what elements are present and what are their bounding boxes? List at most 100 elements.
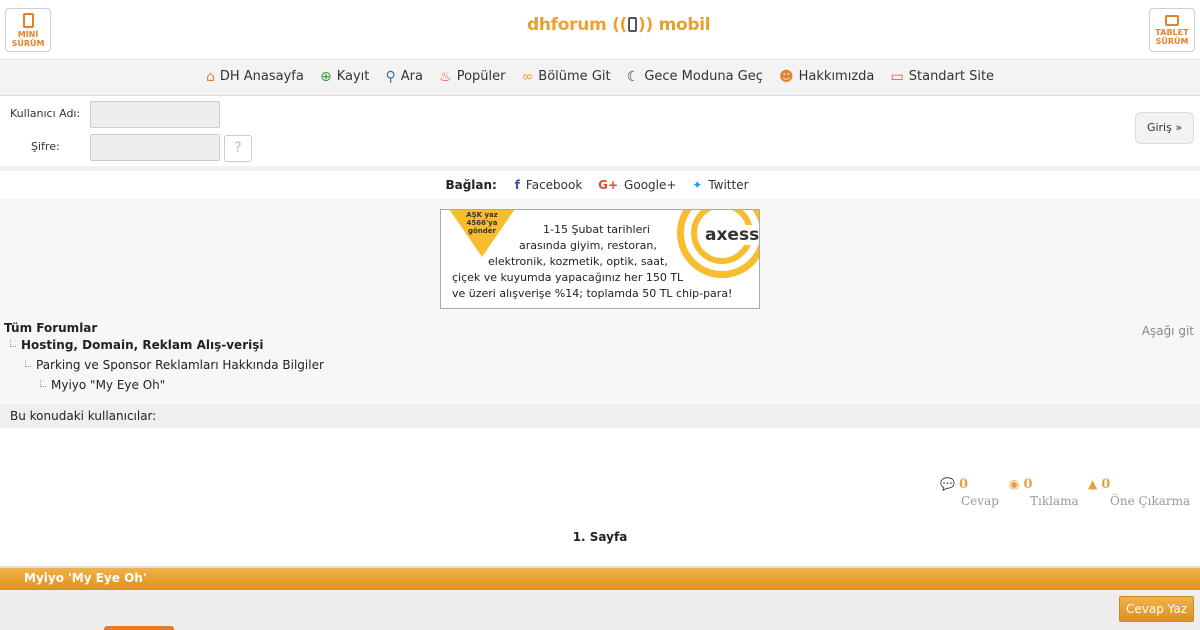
google-link[interactable]: G+ Google+ <box>598 171 676 199</box>
topic-title-bar: Myiyo 'My Eye Oh' <box>0 568 1200 590</box>
users-icon: ☻ <box>779 69 794 85</box>
phone-icon <box>22 13 34 28</box>
banner-line-3: elektronik, kozmetik, optik, saat, <box>488 255 668 268</box>
nav-label: Ara <box>400 69 423 84</box>
twitter-label: Twitter <box>708 178 749 192</box>
badge-line-1: AŞK yaz <box>466 211 498 219</box>
mini-label-1: MİNİ <box>17 30 39 39</box>
username-label: Kullanıcı Adı: <box>10 107 81 120</box>
stat-replies: 💬 0 Cevap <box>940 477 999 508</box>
breadcrumb-root[interactable]: Tüm Forumlar <box>4 321 97 335</box>
tablet-label-2: SÜRÜM <box>1155 37 1189 46</box>
topic-actions: Cevap Yaz <box>0 590 1200 630</box>
google-label: Google+ <box>624 178 677 192</box>
facebook-icon: f <box>514 178 520 192</box>
badge-line-2: 4566'ya <box>466 219 498 227</box>
reply-button[interactable]: Cevap Yaz <box>1119 596 1194 622</box>
jump-down-link[interactable]: Aşağı git <box>1142 324 1194 338</box>
nav-label: Popüler <box>456 69 506 84</box>
breadcrumb-level2[interactable]: Parking ve Sponsor Reklamları Hakkında B… <box>25 358 324 372</box>
replies-label: Cevap <box>961 494 999 508</box>
promote-count: 0 <box>1101 477 1111 492</box>
comments-icon: 💬 <box>940 477 955 491</box>
ad-area: AŞK yaz 4566'ya gönder axess 1-15 Şubat … <box>0 199 1200 404</box>
nav-goto-section[interactable]: ∞ Bölüme Git <box>522 60 611 94</box>
tablet-icon <box>1165 15 1179 26</box>
topic-users: Bu konudaki kullanıcılar: <box>0 404 1200 428</box>
nav-label: Hakkımızda <box>798 69 875 84</box>
breadcrumb-level2-label: Parking ve Sponsor Reklamları Hakkında B… <box>36 358 324 372</box>
tablet-label-1: TABLET <box>1155 28 1189 37</box>
password-input[interactable] <box>90 134 220 161</box>
page-indicator: 1. Sayfa <box>572 530 628 544</box>
badge-line-3: gönder <box>467 227 496 235</box>
nav-label: Kayıt <box>336 69 370 84</box>
nav-popular[interactable]: ♨ Popüler <box>439 60 505 94</box>
nav-about[interactable]: ☻ Hakkımızda <box>779 60 874 94</box>
twitter-icon: ✦ <box>692 178 703 192</box>
twitter-link[interactable]: ✦ Twitter <box>692 171 748 199</box>
nav-night-mode[interactable]: ☾ Gece Moduna Geç <box>627 60 763 94</box>
header: MİNİ SÜRÜM dhforum (()) mobil TABLET SÜR… <box>0 0 1200 60</box>
tab-stub <box>104 626 174 630</box>
fire-icon: ♨ <box>439 69 452 85</box>
breadcrumb-level1-label: Hosting, Domain, Reklam Alış-verişi <box>21 338 264 352</box>
nav-label: Standart Site <box>908 69 995 84</box>
banner-line-5: ve üzeri alışverişe %14; toplamda 50 TL … <box>452 287 733 300</box>
mini-version-button[interactable]: MİNİ SÜRÜM <box>5 8 51 52</box>
tree-connector <box>25 360 31 367</box>
stat-promote: ▲ 0 Öne Çıkarma <box>1088 477 1190 508</box>
tree-connector <box>40 380 46 387</box>
password-help-button[interactable]: ? <box>224 135 252 162</box>
ad-banner[interactable]: AŞK yaz 4566'ya gönder axess 1-15 Şubat … <box>440 209 760 309</box>
nav-label: Gece Moduna Geç <box>644 69 763 84</box>
stat-clicks: ◉ 0 Tıklama <box>1009 477 1079 508</box>
facebook-link[interactable]: f Facebook <box>515 171 583 199</box>
search-icon: ⚲ <box>385 69 396 85</box>
logo-mobil: mobil <box>658 15 711 35</box>
arrow-up-icon: ▲ <box>1088 477 1098 491</box>
banner-brand: axess <box>703 225 760 245</box>
login-button[interactable]: Giriş » <box>1135 112 1194 144</box>
nav-label: DH Anasayfa <box>219 69 304 84</box>
logo-dh: dh <box>527 15 551 35</box>
site-logo[interactable]: dhforum (()) mobil <box>527 15 711 35</box>
password-label: Şifre: <box>31 140 60 153</box>
desktop-icon: ▭ <box>890 69 904 85</box>
nav-register[interactable]: ⊕ Kayıt <box>320 60 369 94</box>
topic-users-label: Bu konudaki kullanıcılar: <box>10 409 157 423</box>
moon-icon: ☾ <box>626 69 640 85</box>
username-input[interactable] <box>90 101 220 128</box>
google-plus-icon: G+ <box>598 178 619 192</box>
replies-count: 0 <box>958 477 968 492</box>
social-connect: Bağlan: f Facebook G+ Google+ ✦ Twitter <box>0 171 1200 199</box>
facebook-label: Facebook <box>525 178 583 192</box>
tree-connector <box>10 340 16 347</box>
breadcrumb-level3[interactable]: Myiyo "My Eye Oh" <box>40 378 165 392</box>
breadcrumb-level1[interactable]: Hosting, Domain, Reklam Alış-verişi <box>10 338 263 352</box>
nav-standard-site[interactable]: ▭ Standart Site <box>891 60 995 94</box>
phone-logo-icon <box>628 17 638 32</box>
breadcrumb-level3-label: Myiyo "My Eye Oh" <box>51 378 166 392</box>
nav-label: Bölüme Git <box>538 69 611 84</box>
topic-title: Myiyo 'My Eye Oh' <box>24 571 147 585</box>
login-form: Kullanıcı Adı: Şifre: ? Giriş » <box>0 96 1200 168</box>
connect-title: Bağlan: <box>445 178 497 192</box>
logo-forum: forum <box>550 15 607 35</box>
nav-search[interactable]: ⚲ Ara <box>386 60 423 94</box>
banner-badge: AŞK yaz 4566'ya gönder <box>455 211 509 235</box>
user-plus-icon: ⊕ <box>319 69 332 85</box>
clicks-label: Tıklama <box>1030 494 1079 508</box>
eye-icon: ◉ <box>1009 477 1020 491</box>
home-icon: ⌂ <box>205 69 215 85</box>
nav-home[interactable]: ⌂ DH Anasayfa <box>206 60 304 94</box>
mini-label-2: SÜRÜM <box>11 39 45 48</box>
main-nav: ⌂ DH Anasayfa ⊕ Kayıt ⚲ Ara ♨ Popüler ∞ Bölüm… <box>0 60 1200 96</box>
link-icon: ∞ <box>521 69 534 85</box>
banner-line-4: çiçek ve kuyumda yapacağınız her 150 TL <box>452 271 684 284</box>
banner-line-2: arasında giyim, restoran, <box>519 239 657 252</box>
tablet-version-button[interactable]: TABLET SÜRÜM <box>1149 8 1195 52</box>
promote-label: Öne Çıkarma <box>1110 494 1191 508</box>
clicks-count: 0 <box>1023 477 1033 492</box>
banner-line-1: 1-15 Şubat tarihleri <box>543 223 650 236</box>
